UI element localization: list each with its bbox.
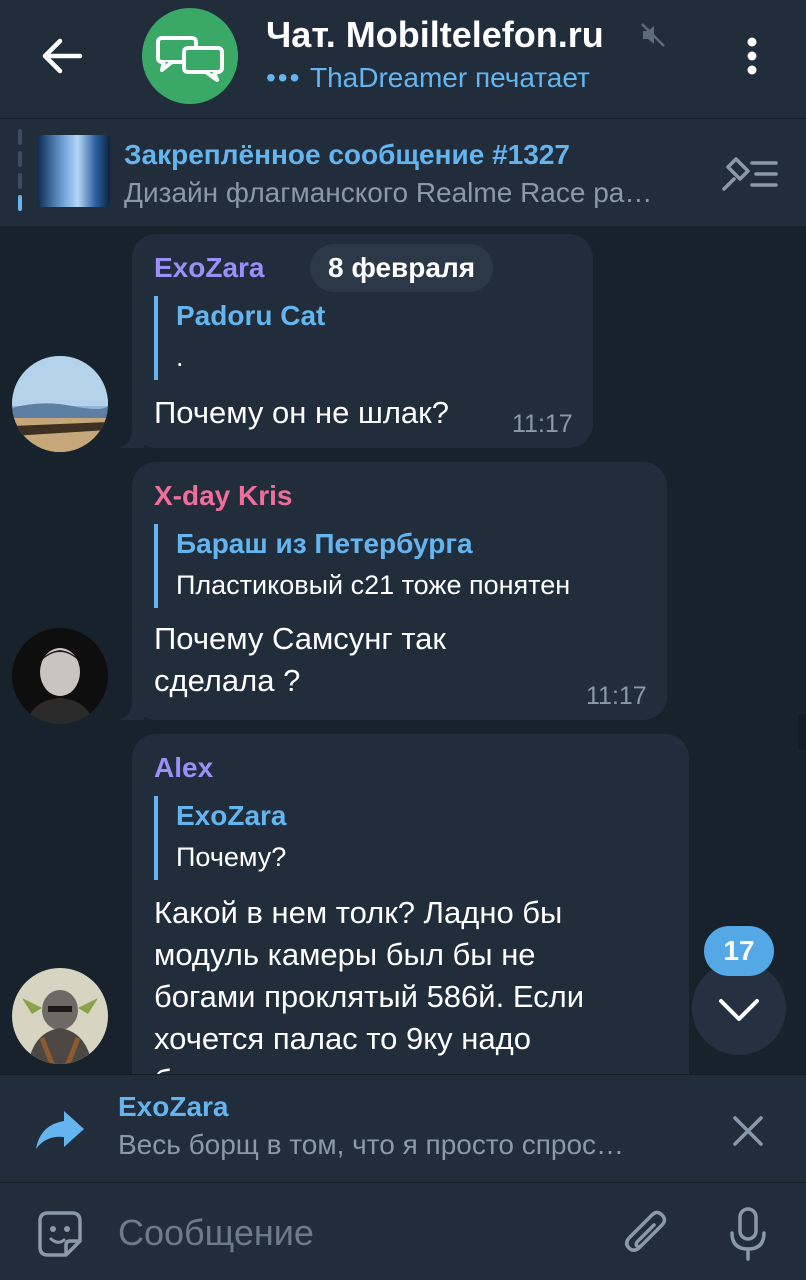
muted-speaker-icon — [640, 22, 666, 48]
message-text: Почему он не шлак? — [154, 395, 449, 430]
message-line: модуль камеры был бы не — [154, 937, 536, 972]
reply-text: Почему? — [176, 842, 287, 872]
chat-title[interactable]: Чат. Mobiltelefon.ru — [266, 14, 604, 56]
message-line: б — [154, 1060, 584, 1074]
message-bubble[interactable]: Alex ExoZara Почему? Какой в нем толк? Л… — [132, 734, 689, 1074]
message-line: Почему Самсунг так — [154, 621, 446, 656]
microphone-icon[interactable] — [720, 1203, 776, 1267]
message-line: хочется палас то 9ку надо — [154, 1021, 531, 1056]
typing-text: ThaDreamer печатает — [310, 62, 590, 93]
avatar[interactable] — [12, 356, 108, 452]
pinned-thumbnail — [38, 135, 110, 207]
reply-panel: ExoZara Весь борщ в том, что я просто сп… — [0, 1074, 806, 1182]
chat-header: Чат. Mobiltelefon.ru ••• ThaDreamer печат… — [0, 0, 806, 118]
avatar[interactable] — [12, 628, 108, 724]
scrollbar[interactable] — [798, 714, 806, 750]
pin-list-icon[interactable] — [714, 149, 784, 199]
reply-quote[interactable]: Padoru Cat . — [154, 296, 325, 380]
avatar[interactable] — [12, 968, 108, 1064]
pinned-text: Дизайн флагманского Realme Race ра… — [124, 177, 653, 208]
message-time: 11:17 — [586, 682, 647, 710]
close-icon[interactable] — [726, 1109, 770, 1153]
reply-panel-author: ExoZara — [118, 1091, 229, 1122]
back-arrow-icon[interactable] — [36, 30, 88, 82]
sticker-icon[interactable] — [32, 1207, 88, 1263]
sender-name[interactable]: Alex — [154, 752, 213, 784]
message-line: богами проклятый 586й. Если — [154, 979, 585, 1014]
chat-bubbles-icon — [156, 36, 224, 82]
sender-name[interactable]: X-day Kris — [154, 480, 293, 512]
typing-dots: ••• — [266, 62, 302, 93]
reply-author: Бараш из Петербурга — [176, 528, 473, 559]
date-separator: 8 февраля — [310, 244, 494, 292]
reply-arrow-icon — [32, 1105, 88, 1155]
message-composer — [0, 1182, 806, 1280]
pinned-message-bar[interactable]: Закреплённое сообщение #1327 Дизайн флаг… — [0, 118, 806, 226]
message-bubble[interactable]: X-day Kris Бараш из Петербурга Пластиков… — [120, 462, 667, 720]
paperclip-icon[interactable] — [618, 1205, 674, 1265]
pinned-indicator — [18, 129, 22, 217]
unread-count-badge[interactable]: 17 — [704, 926, 774, 976]
sender-name[interactable]: ExoZara — [154, 252, 265, 284]
pinned-title: Закреплённое сообщение #1327 — [124, 139, 570, 170]
message-line: сделала ? — [154, 663, 301, 698]
message-list[interactable]: ExoZara Padoru Cat . Почему он не шлак? … — [0, 226, 806, 1074]
message-time: 11:17 — [512, 410, 573, 438]
reply-panel-text: Весь борщ в том, что я просто спрос… — [118, 1129, 625, 1160]
typing-status: ••• ThaDreamer печатает — [266, 62, 590, 94]
group-avatar[interactable] — [142, 8, 238, 104]
reply-quote[interactable]: Бараш из Петербурга Пластиковый с21 тоже… — [154, 524, 570, 608]
message-input[interactable] — [118, 1203, 598, 1263]
message-text: Какой в нем толк? Ладно бы модуль камеры… — [154, 892, 584, 1074]
reply-author: ExoZara — [176, 800, 287, 831]
reply-quote[interactable]: ExoZara Почему? — [154, 796, 287, 880]
bubble-tail — [120, 424, 144, 448]
reply-author: Padoru Cat — [176, 300, 326, 331]
reply-text: . — [176, 342, 184, 372]
more-vert-icon[interactable] — [736, 30, 768, 82]
message-line: Какой в нем толк? Ладно бы — [154, 895, 563, 930]
reply-text: Пластиковый с21 тоже понятен — [176, 570, 571, 600]
bubble-tail — [120, 696, 144, 720]
message-text: Почему Самсунг так сделала ? — [154, 618, 446, 702]
